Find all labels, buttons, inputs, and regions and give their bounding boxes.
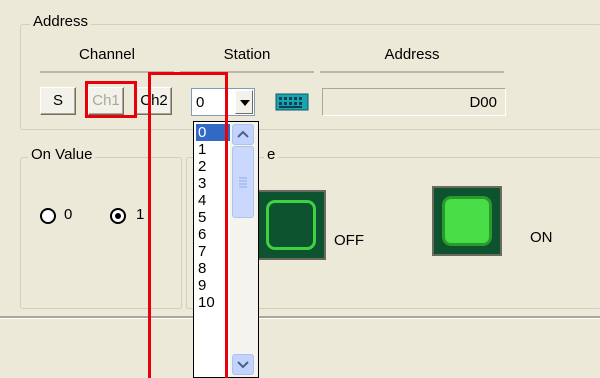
s-button[interactable]: S bbox=[40, 87, 76, 115]
on-value-label-0: 0 bbox=[64, 206, 73, 223]
keypad-icon[interactable] bbox=[275, 90, 309, 114]
grip-icon bbox=[239, 177, 247, 188]
scroll-thumb[interactable] bbox=[232, 146, 254, 218]
on-value-legend: On Value bbox=[28, 147, 96, 163]
off-lamp-button[interactable] bbox=[256, 190, 326, 260]
channel-header: Channel bbox=[79, 46, 135, 63]
address-value: D00 bbox=[469, 94, 497, 111]
bottom-separator bbox=[0, 316, 600, 319]
dropdown-scrollbar[interactable] bbox=[230, 122, 258, 377]
station-header: Station bbox=[223, 46, 271, 63]
style-group-legend: e bbox=[264, 147, 279, 163]
on-value-radio-1[interactable] bbox=[110, 208, 126, 224]
chevron-down-icon bbox=[237, 361, 249, 369]
lamp-on-icon bbox=[442, 196, 492, 246]
chevron-up-icon bbox=[237, 130, 249, 138]
address-header: Address bbox=[384, 46, 440, 63]
lamp-off-icon bbox=[266, 200, 316, 250]
on-lamp-button[interactable] bbox=[432, 186, 502, 256]
off-lamp-label: OFF bbox=[334, 232, 364, 249]
chevron-down-icon[interactable] bbox=[235, 90, 253, 114]
on-value-label-1: 1 bbox=[136, 206, 145, 223]
scroll-up-button[interactable] bbox=[232, 124, 254, 145]
scroll-down-button[interactable] bbox=[232, 354, 254, 375]
address-field[interactable]: D00 bbox=[322, 88, 506, 116]
address-header-line bbox=[320, 71, 504, 73]
address-group-legend: Address bbox=[30, 14, 92, 30]
highlight-station-top bbox=[148, 72, 228, 378]
on-value-radio-0[interactable] bbox=[40, 208, 56, 224]
highlight-ch1 bbox=[85, 81, 137, 118]
on-lamp-label: ON bbox=[530, 229, 553, 246]
